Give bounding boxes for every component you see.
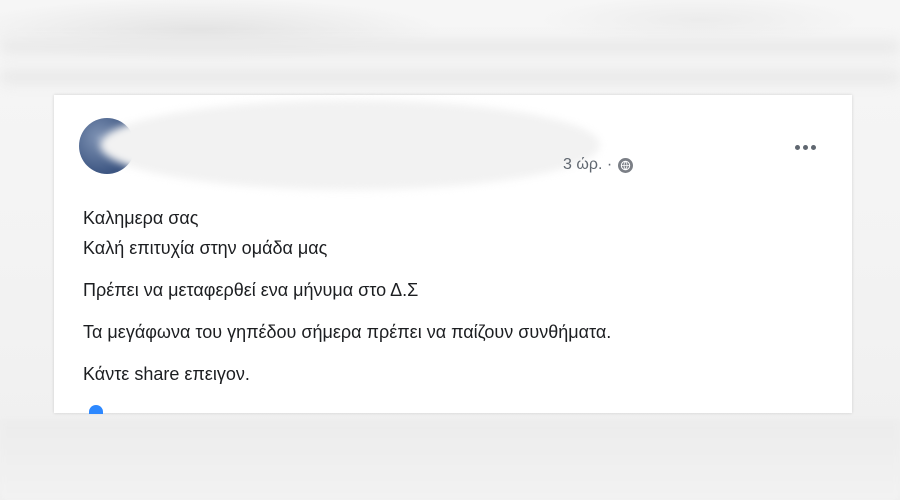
redacted-author-name xyxy=(100,100,600,190)
post-line: Πρέπει να μεταφερθεί ενα μήνυμα στο Δ.Σ xyxy=(83,280,419,300)
post-meta: 3 ώρ. · xyxy=(563,156,634,174)
dot xyxy=(802,144,808,150)
reaction-icon[interactable] xyxy=(89,405,103,414)
post-timestamp[interactable]: 3 ώρ. · xyxy=(563,156,612,174)
dot xyxy=(794,144,800,150)
post-line: Καλή επιτυχία στην ομάδα μας xyxy=(83,238,328,258)
post-line: Κάντε share επειγον. xyxy=(83,364,250,384)
blurred-row xyxy=(0,70,900,84)
dot xyxy=(810,144,816,150)
globe-icon xyxy=(618,157,634,173)
blurred-background-bottom xyxy=(0,420,900,500)
blurred-row xyxy=(0,40,900,54)
more-options-icon[interactable] xyxy=(788,134,822,160)
post-line: Καλημερα σας xyxy=(83,208,199,228)
post-line: Τα μεγάφωνα του γηπέδου σήμερα πρέπει να… xyxy=(83,322,612,342)
post-body: Καλημερα σας Καλή επιτυχία στην ομάδα μα… xyxy=(83,203,823,389)
